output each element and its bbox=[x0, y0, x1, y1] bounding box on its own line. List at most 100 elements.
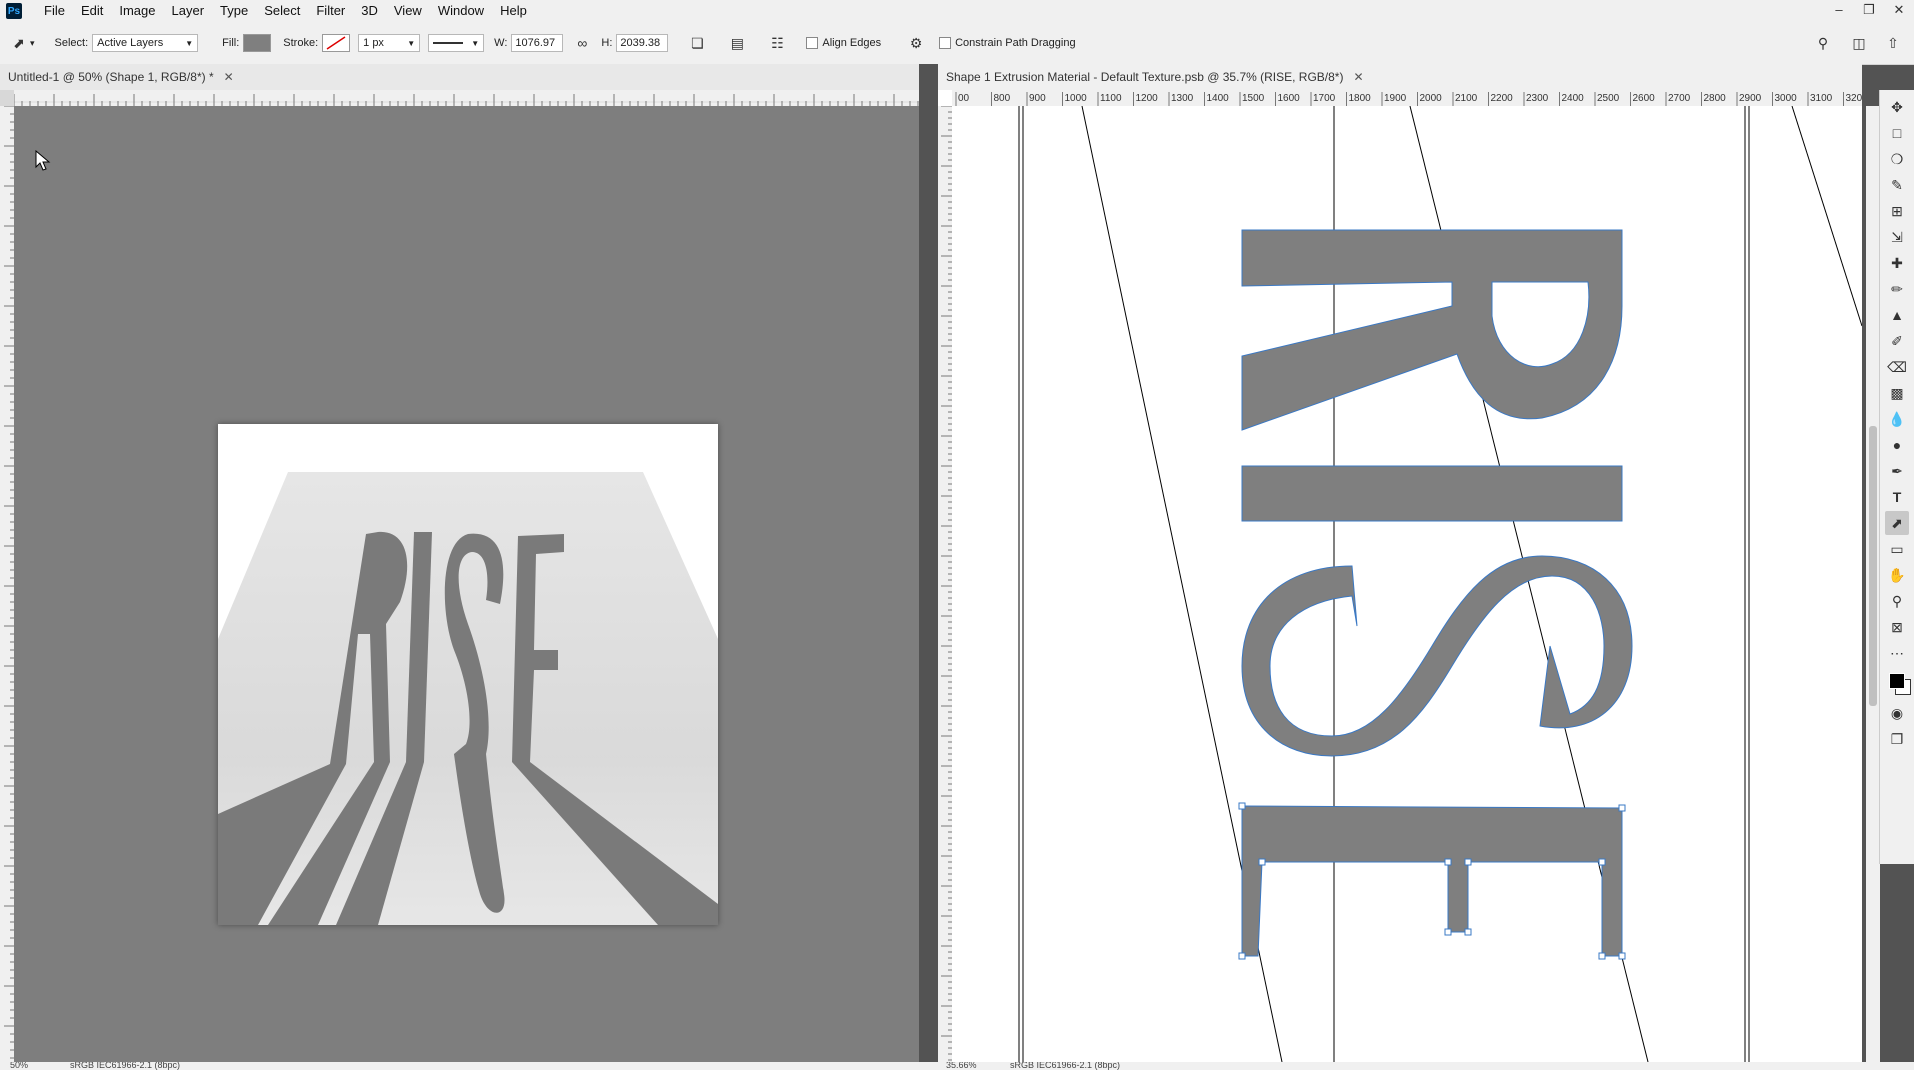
tab-untitled-1-label: Untitled-1 @ 50% (Shape 1, RGB/8*) * bbox=[8, 70, 214, 84]
horizontal-ruler[interactable]: 00 800 900 1000 1100 1200 1300 1400 1500 1600 1700… bbox=[952, 90, 1862, 107]
ruler-tick-label: 1800 bbox=[1349, 93, 1372, 104]
chevron-down-icon: ▼ bbox=[471, 38, 480, 48]
quick-select-icon[interactable]: ✎ bbox=[1885, 173, 1909, 197]
fill-swatch[interactable] bbox=[243, 34, 272, 52]
marquee-icon[interactable]: □ bbox=[1885, 121, 1909, 145]
restore-icon[interactable]: ❐ bbox=[1854, 0, 1884, 20]
ruler-tick-label: 2100 bbox=[1455, 93, 1478, 104]
width-input[interactable]: 1076.97 bbox=[511, 34, 564, 52]
menu-filter[interactable]: Filter bbox=[308, 0, 353, 22]
ruler-tick-label: 2600 bbox=[1633, 93, 1656, 104]
align-edges-checkbox[interactable] bbox=[806, 37, 819, 49]
artwork-canvas[interactable] bbox=[218, 424, 718, 925]
options-bar: ⬈ ▾ Select: Active Layers ▼ Fill: Stroke… bbox=[0, 22, 1914, 65]
select-label: Select: bbox=[54, 37, 89, 49]
frame-icon[interactable]: ⊠ bbox=[1885, 615, 1909, 639]
screen-mode-icon[interactable]: ❐ bbox=[1885, 727, 1909, 751]
pen-icon[interactable]: ✒ bbox=[1885, 459, 1909, 483]
path-alignment-icon[interactable]: ▤ bbox=[726, 32, 748, 54]
more-icon[interactable]: ⋯ bbox=[1885, 641, 1909, 665]
zoom-icon[interactable]: ⚲ bbox=[1885, 589, 1909, 613]
vertical-ruler[interactable] bbox=[0, 105, 15, 1062]
ruler-tick-label: 2800 bbox=[1704, 93, 1727, 104]
close-icon[interactable]: ✕ bbox=[224, 70, 234, 84]
vertical-scrollbar[interactable] bbox=[1866, 106, 1880, 1062]
rectangle-icon[interactable]: ▭ bbox=[1885, 537, 1909, 561]
menu-image[interactable]: Image bbox=[111, 0, 163, 22]
menu-file[interactable]: File bbox=[36, 0, 73, 22]
gear-icon[interactable]: ⚙ bbox=[905, 32, 927, 54]
menu-type[interactable]: Type bbox=[212, 0, 256, 22]
stroke-swatch[interactable] bbox=[322, 34, 351, 52]
ruler-tick-label: 900 bbox=[1029, 93, 1046, 104]
eyedropper-icon[interactable]: ⇲ bbox=[1885, 225, 1909, 249]
crop-icon[interactable]: ⊞ bbox=[1885, 199, 1909, 223]
menu-view[interactable]: View bbox=[386, 0, 430, 22]
ruler-tick-label: 1100 bbox=[1100, 93, 1122, 104]
ruler-tick-label: 2700 bbox=[1668, 93, 1691, 104]
ruler-tick-label: 2200 bbox=[1491, 93, 1514, 104]
ruler-tick-label: 1300 bbox=[1171, 93, 1194, 104]
search-icon[interactable]: ⚲ bbox=[1812, 32, 1834, 54]
select-dropdown-value: Active Layers bbox=[97, 37, 164, 49]
ruler-tick-label: 1500 bbox=[1242, 93, 1265, 104]
status-profile-left: sRGB IEC61966-2.1 (8bpc) bbox=[70, 1062, 181, 1070]
stroke-width-value: 1 px bbox=[363, 37, 384, 49]
status-zoom-right[interactable]: 35.66% bbox=[946, 1062, 977, 1070]
texture-canvas[interactable] bbox=[952, 106, 1862, 1062]
brush-icon[interactable]: ✏ bbox=[1885, 277, 1909, 301]
link-icon[interactable]: ∞ bbox=[571, 32, 593, 54]
blur-icon[interactable]: 💧 bbox=[1885, 407, 1909, 431]
lasso-icon[interactable]: ❍ bbox=[1885, 147, 1909, 171]
ruler-tick-label: 3100 bbox=[1810, 93, 1833, 104]
stroke-width-field[interactable]: 1 px ▼ bbox=[358, 34, 421, 52]
mouse-cursor-icon bbox=[35, 150, 51, 171]
menu-edit[interactable]: Edit bbox=[73, 0, 111, 22]
document-window-2[interactable]: 00 800 900 1000 1100 1200 1300 1400 1500 1600 1700… bbox=[938, 90, 1862, 1062]
align-edges-label: Align Edges bbox=[822, 37, 882, 49]
type-icon[interactable]: T bbox=[1885, 485, 1909, 509]
menu-layer[interactable]: Layer bbox=[164, 0, 213, 22]
status-zoom-left[interactable]: 50% bbox=[10, 1062, 28, 1070]
menu-window[interactable]: Window bbox=[430, 0, 492, 22]
minimize-icon[interactable]: – bbox=[1824, 0, 1854, 20]
menu-bar: Ps File Edit Image Layer Type Select Fil… bbox=[0, 0, 1914, 22]
path-arrangement-icon[interactable]: ☷ bbox=[766, 32, 788, 54]
tab-untitled-1[interactable]: Untitled-1 @ 50% (Shape 1, RGB/8*) * ✕ bbox=[0, 64, 919, 90]
dodge-icon[interactable]: ● bbox=[1885, 433, 1909, 457]
move-icon[interactable]: ✥ bbox=[1885, 95, 1909, 119]
select-dropdown[interactable]: Active Layers ▼ bbox=[92, 34, 199, 52]
quick-mask-icon[interactable]: ◉ bbox=[1885, 701, 1909, 725]
tool-preset-chevron-icon[interactable]: ▾ bbox=[30, 38, 35, 49]
stamp-icon[interactable]: ▲ bbox=[1885, 303, 1909, 327]
color-swatches-icon[interactable] bbox=[1885, 667, 1911, 699]
horizontal-ruler[interactable] bbox=[13, 90, 919, 107]
path-operations-icon[interactable]: ❏ bbox=[686, 32, 708, 54]
history-brush-icon[interactable]: ✐ bbox=[1885, 329, 1909, 353]
ruler-tick-label: 2900 bbox=[1739, 93, 1762, 104]
stroke-label: Stroke: bbox=[283, 37, 319, 49]
gradient-icon[interactable]: ▩ bbox=[1885, 381, 1909, 405]
hand-icon[interactable]: ✋ bbox=[1885, 563, 1909, 587]
menu-select[interactable]: Select bbox=[256, 0, 308, 22]
share-icon[interactable]: ⇧ bbox=[1882, 32, 1904, 54]
eraser-icon[interactable]: ⌫ bbox=[1885, 355, 1909, 379]
scrollbar-thumb[interactable] bbox=[1869, 426, 1877, 706]
workspace-icon[interactable]: ◫ bbox=[1848, 32, 1870, 54]
panel-divider[interactable] bbox=[919, 64, 938, 1062]
menu-help[interactable]: Help bbox=[492, 0, 535, 22]
healing-icon[interactable]: ✚ bbox=[1885, 251, 1909, 275]
tab-extrusion-material[interactable]: Shape 1 Extrusion Material - Default Tex… bbox=[938, 64, 1862, 90]
close-icon[interactable]: ✕ bbox=[1884, 0, 1914, 20]
stroke-type-dropdown[interactable]: ▼ bbox=[428, 34, 485, 52]
path-select-icon[interactable]: ⬈ bbox=[1885, 511, 1909, 535]
vertical-ruler[interactable] bbox=[938, 105, 953, 1062]
path-selection-tool-icon[interactable]: ⬈ bbox=[8, 32, 30, 54]
document-window-1[interactable] bbox=[0, 90, 919, 1062]
menu-3d[interactable]: 3D bbox=[353, 0, 386, 22]
ruler-tick-label: 1600 bbox=[1278, 93, 1301, 104]
status-bar: 50% sRGB IEC61966-2.1 (8bpc) 35.66% sRGB… bbox=[0, 1062, 1914, 1070]
height-input[interactable]: 2039.38 bbox=[616, 34, 669, 52]
constrain-path-checkbox[interactable] bbox=[939, 37, 952, 49]
close-icon[interactable]: ✕ bbox=[1353, 70, 1363, 84]
